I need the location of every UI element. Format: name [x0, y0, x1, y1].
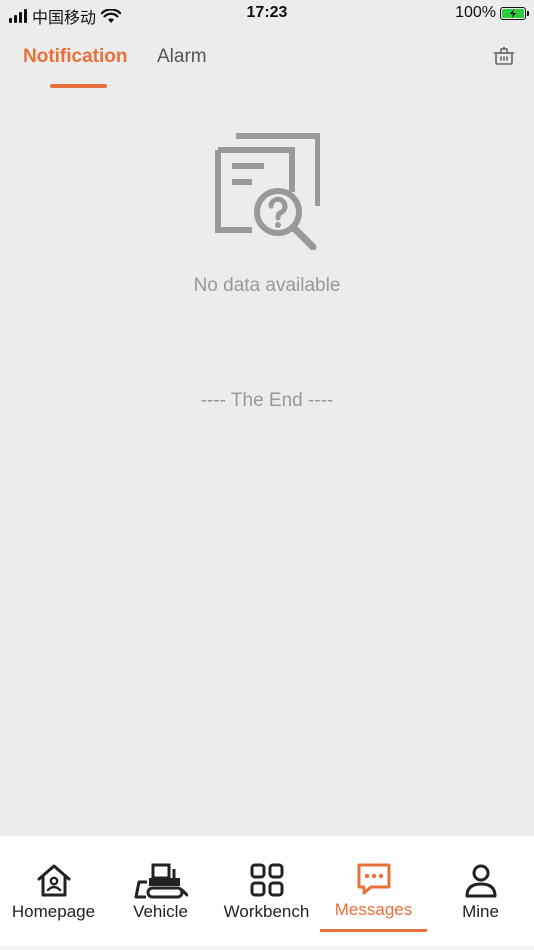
status-bar: 中国移动 17:23 100% [0, 0, 534, 28]
nav-label-mine: Mine [462, 902, 499, 921]
battery-percentage: 100% [455, 4, 496, 21]
user-icon [465, 864, 496, 898]
nav-mine[interactable]: Mine [427, 836, 534, 950]
nav-label-workbench: Workbench [223, 902, 310, 921]
bulldozer-icon [134, 863, 188, 899]
nav-workbench[interactable]: Workbench [213, 836, 320, 950]
nav-homepage[interactable]: Homepage [0, 836, 107, 950]
active-nav-indicator [320, 929, 427, 932]
battery-icon [500, 6, 529, 20]
nav-label-homepage: Homepage [11, 902, 96, 921]
active-tab-indicator [50, 84, 107, 88]
status-time: 17:23 [246, 4, 288, 21]
home-indicator [0, 946, 534, 950]
home-icon [37, 864, 70, 897]
bottom-nav: Homepage Vehicle Workbench Messages Mine [0, 836, 534, 950]
nav-label-vehicle: Vehicle [133, 902, 188, 921]
battery-fill [502, 8, 524, 18]
nav-label-messages: Messages [334, 900, 413, 919]
trash-icon[interactable] [492, 44, 516, 68]
chat-bubble-icon [357, 863, 390, 895]
tab-alarm[interactable]: Alarm [157, 46, 207, 68]
battery-cap [527, 10, 529, 16]
grid-icon [250, 863, 283, 897]
nav-vehicle[interactable]: Vehicle [107, 836, 214, 950]
message-tabs: Notification Alarm [0, 36, 534, 92]
nav-messages[interactable]: Messages [320, 836, 427, 950]
no-data-search-icon [215, 133, 320, 250]
list-end-text: ---- The End ---- [200, 390, 334, 411]
status-right: 100% [455, 4, 529, 22]
charging-bolt-icon [510, 8, 516, 18]
empty-state-text: No data available [193, 275, 341, 296]
tab-notification[interactable]: Notification [23, 46, 128, 68]
